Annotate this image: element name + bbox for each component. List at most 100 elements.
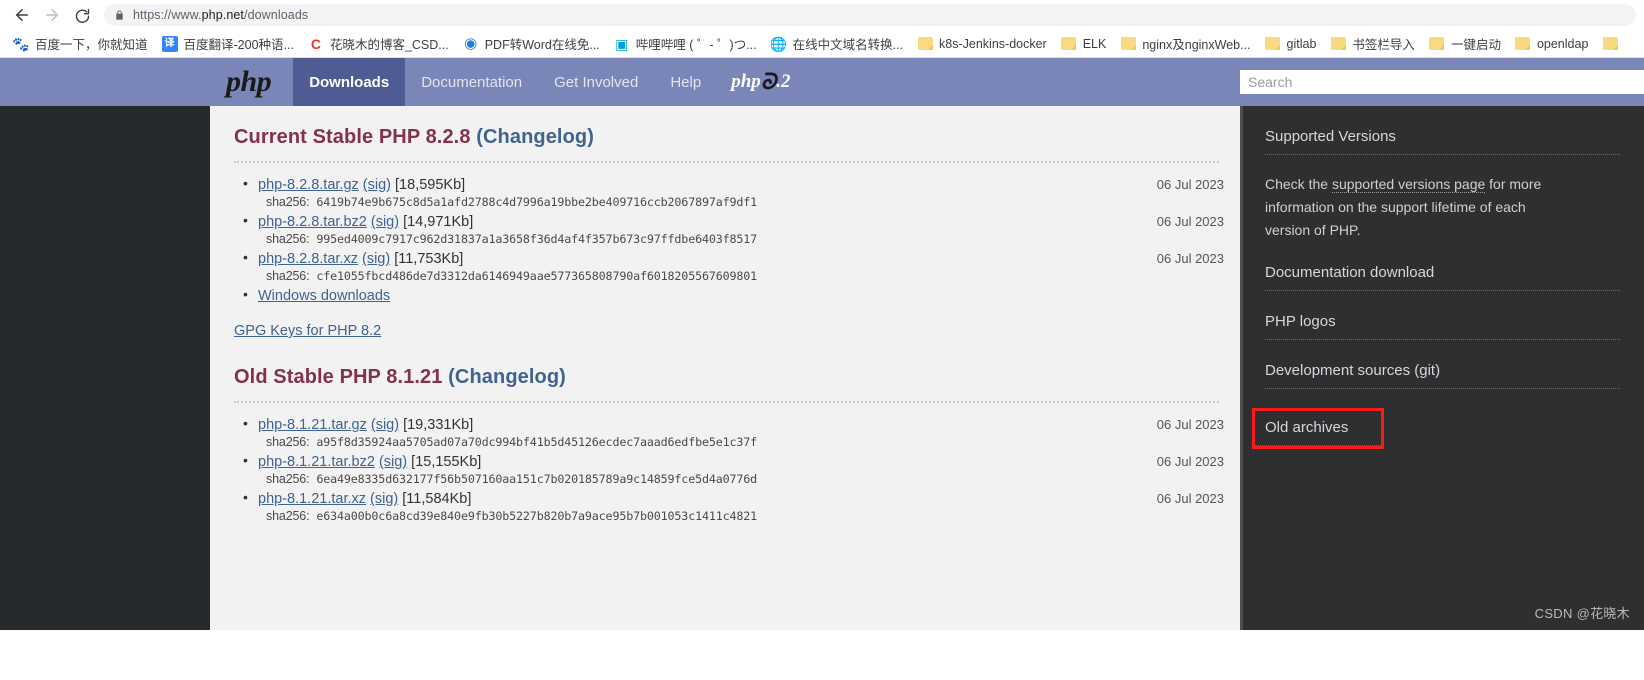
section-heading-text: Current Stable PHP 8.2.8 <box>234 126 471 148</box>
sidebar-link-documentation-download[interactable]: Documentation download <box>1265 264 1620 291</box>
section-title: Current Stable PHP 8.2.8 (Changelog) <box>234 126 1224 149</box>
download-file-link[interactable]: Windows downloads <box>258 288 390 304</box>
bookmark-item[interactable]: gitlab <box>1258 34 1324 54</box>
download-row: php-8.1.21.tar.xz (sig) [11,584Kb] 06 Jul… <box>258 491 1224 507</box>
download-row: Windows downloads <box>258 288 1224 304</box>
download-row: php-8.1.21.tar.gz (sig) [19,331Kb] 06 Jul… <box>258 417 1224 433</box>
nav-item-downloads[interactable]: Downloads <box>293 58 406 106</box>
download-row: php-8.2.8.tar.gz (sig) [18,595Kb] 06 Jul … <box>258 177 1224 193</box>
nav-item-help[interactable]: Help <box>654 58 717 106</box>
sha256-value: 995ed4009c7917c962d31837a1a3658f36d4af4f… <box>316 232 758 246</box>
sidebar-link-old-archives[interactable]: Old archives <box>1252 408 1384 449</box>
bookmark-item[interactable]: ▣ 哔哩哔哩 ( ゜- ゜)つ... <box>607 32 764 55</box>
release-date: 06 Jul 2023 <box>1156 251 1224 266</box>
bookmark-item[interactable]: ◉ PDF转Word在线免... <box>456 32 607 55</box>
bookmark-label: gitlab <box>1286 36 1317 51</box>
download-main: php-8.2.8.tar.xz (sig) [11,753Kb] <box>258 251 1139 267</box>
download-main: php-8.2.8.tar.gz (sig) [18,595Kb] <box>258 177 1139 193</box>
php-logo[interactable]: php <box>210 58 293 106</box>
sha256-hash: sha256: 6ea49e8335d632177f56b507160aa151… <box>266 472 1224 486</box>
sha256-label: sha256: <box>266 195 310 209</box>
lock-icon <box>114 9 125 21</box>
download-list: php-8.2.8.tar.gz (sig) [18,595Kb] 06 Jul … <box>243 175 1224 304</box>
bookmark-item[interactable] <box>1595 34 1625 54</box>
download-main: php-8.1.21.tar.gz (sig) [19,331Kb] <box>258 417 1139 433</box>
download-item: php-8.1.21.tar.gz (sig) [19,331Kb] 06 Jul… <box>243 415 1224 449</box>
bookmark-item[interactable]: 🌐 在线中文域名转换... <box>764 32 910 55</box>
bookmark-label: PDF转Word在线免... <box>484 38 600 52</box>
php-version-badge-prefix: php <box>731 71 761 92</box>
bookmark-label: 百度一下，你就知道 <box>35 38 148 52</box>
sha256-label: sha256: <box>266 472 310 486</box>
bookmarks-bar: 🐾 百度一下，你就知道译百度翻译-200种语... C 花晓木的博客_CSD... ◉ P… <box>0 30 1644 58</box>
signature-link[interactable]: (sig) <box>370 491 398 507</box>
php-version-badge[interactable]: php ᘐ .2 <box>717 58 804 106</box>
sha256-hash: sha256: a95f8d35924aa5705ad07a70dc994bf4… <box>266 435 1224 449</box>
download-file-link[interactable]: php-8.1.21.tar.bz2 <box>258 454 375 470</box>
signature-link[interactable]: (sig) <box>379 454 407 470</box>
sidebar-link-php-logos[interactable]: PHP logos <box>1265 313 1620 340</box>
download-file-link[interactable]: php-8.2.8.tar.bz2 <box>258 214 367 230</box>
bookmark-item[interactable]: C 花晓木的博客_CSD... <box>301 32 456 55</box>
signature-link[interactable]: (sig) <box>371 214 399 230</box>
bookmark-item[interactable]: nginx及nginxWeb... <box>1113 32 1257 55</box>
forward-button[interactable] <box>38 2 66 28</box>
bookmark-label: k8s-Jenkins-docker <box>939 36 1047 51</box>
sidebar-paragraph: Check the supported versions page for mo… <box>1265 173 1545 242</box>
file-size: [19,331Kb] <box>403 417 474 433</box>
download-main: Windows downloads <box>258 288 1224 304</box>
sha256-value: a95f8d35924aa5705ad07a70dc994bf41b5d4512… <box>316 435 758 449</box>
nav-item-documentation[interactable]: Documentation <box>405 58 538 106</box>
file-size: [11,584Kb] <box>402 491 472 507</box>
bookmark-item[interactable]: ELK <box>1054 34 1114 54</box>
section-title: Old Stable PHP 8.1.21 (Changelog) <box>234 366 1224 389</box>
sidebar-link-development-sources-git[interactable]: Development sources (git) <box>1265 362 1620 389</box>
download-file-link[interactable]: php-8.2.8.tar.xz <box>258 251 358 267</box>
changelog-link[interactable]: (Changelog) <box>476 126 594 148</box>
php-version-badge-suffix: .2 <box>776 71 791 92</box>
bookmark-label: nginx及nginxWeb... <box>1142 38 1251 52</box>
bookmark-item[interactable]: 译百度翻译-200种语... <box>155 32 301 55</box>
download-file-link[interactable]: php-8.1.21.tar.xz <box>258 491 366 507</box>
bookmark-label: 在线中文域名转换... <box>792 38 904 52</box>
url-text: https://www.php.net/downloads <box>133 8 309 22</box>
right-sidebar: Supported Versions Check the supported v… <box>1240 106 1644 630</box>
main-content: Current Stable PHP 8.2.8 (Changelog) php-… <box>210 106 1240 630</box>
bookmark-item[interactable]: k8s-Jenkins-docker <box>910 34 1054 54</box>
nav-item-get-involved[interactable]: Get Involved <box>538 58 654 106</box>
changelog-link[interactable]: (Changelog) <box>448 366 566 388</box>
signature-link[interactable]: (sig) <box>363 177 391 193</box>
download-item: Windows downloads <box>243 286 1224 304</box>
signature-link[interactable]: (sig) <box>371 417 399 433</box>
section-divider <box>234 161 1219 163</box>
csdn-icon: C <box>307 35 324 52</box>
folder-icon <box>1330 36 1346 52</box>
download-item: php-8.2.8.tar.xz (sig) [11,753Kb] 06 Jul … <box>243 249 1224 283</box>
signature-link[interactable]: (sig) <box>362 251 390 267</box>
pdf-convert-icon: ◉ <box>462 35 479 52</box>
download-item: php-8.2.8.tar.bz2 (sig) [14,971Kb] 06 Jul… <box>243 212 1224 246</box>
sha256-value: 6419b74e9b675c8d5a1afd2788c4d7996a19bbe2… <box>316 195 758 209</box>
bookmark-item[interactable]: 🐾 百度一下，你就知道 <box>6 32 155 55</box>
folder-icon <box>1265 36 1281 52</box>
download-file-link[interactable]: php-8.1.21.tar.gz <box>258 417 367 433</box>
sha256-value: cfe1055fbcd486de7d3312da6146949aae577365… <box>316 269 758 283</box>
file-size: [15,155Kb] <box>411 454 482 470</box>
browser-toolbar: https://www.php.net/downloads <box>0 0 1644 30</box>
supported-versions-link[interactable]: supported versions page <box>1331 176 1486 193</box>
sha256-label: sha256: <box>266 232 310 246</box>
download-file-link[interactable]: php-8.2.8.tar.gz <box>258 177 359 193</box>
reload-icon[interactable] <box>68 2 96 28</box>
page-body: Current Stable PHP 8.2.8 (Changelog) php-… <box>0 106 1644 630</box>
search-input[interactable] <box>1240 70 1644 94</box>
download-row: php-8.2.8.tar.xz (sig) [11,753Kb] 06 Jul … <box>258 251 1224 267</box>
bookmark-item[interactable]: openldap <box>1508 34 1595 54</box>
address-bar[interactable]: https://www.php.net/downloads <box>104 4 1636 26</box>
folder-icon <box>917 36 933 52</box>
bookmark-item[interactable]: 书签栏导入 <box>1323 32 1422 55</box>
sha256-label: sha256: <box>266 269 310 283</box>
back-button[interactable] <box>8 2 36 28</box>
bookmark-item[interactable]: 一键启动 <box>1422 32 1508 55</box>
gpg-keys-link[interactable]: GPG Keys for PHP 8.2 <box>234 323 381 339</box>
